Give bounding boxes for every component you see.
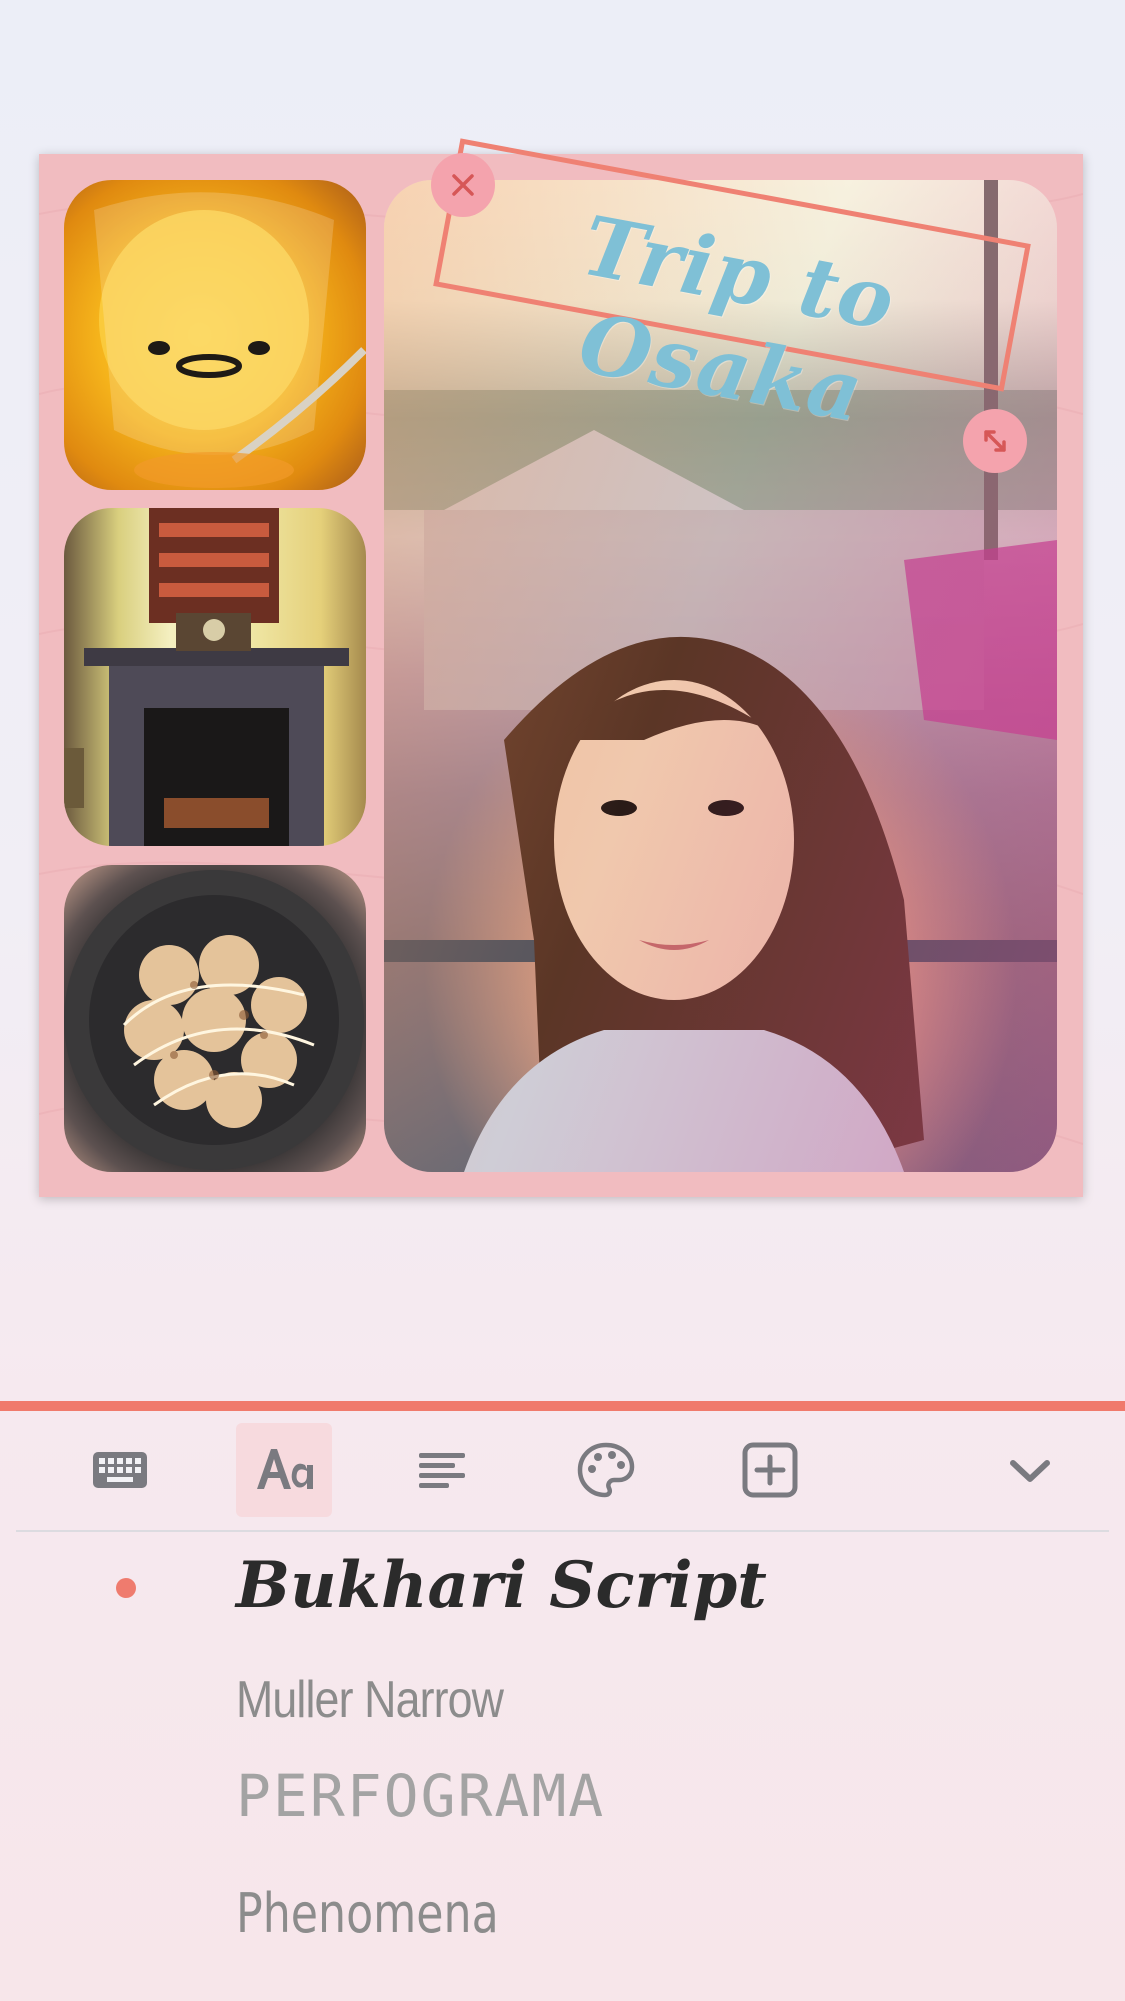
font-option-bukhari-script[interactable]: Bukhari Script bbox=[236, 1548, 767, 1623]
takoyaki-illustration bbox=[64, 870, 364, 1170]
align-left-icon bbox=[419, 1453, 465, 1488]
pudding-illustration bbox=[94, 192, 366, 488]
palette-icon bbox=[577, 1442, 635, 1498]
toolbar-accent-bar bbox=[0, 1401, 1125, 1411]
close-icon bbox=[452, 174, 474, 196]
add-text-button[interactable] bbox=[722, 1423, 818, 1517]
photo-takoyaki[interactable] bbox=[64, 865, 366, 1172]
font-option-phenomena[interactable]: Phenomena bbox=[236, 1882, 499, 1945]
keyboard-button[interactable] bbox=[72, 1423, 168, 1517]
font-option-muller-narrow[interactable]: Muller Narrow bbox=[236, 1670, 504, 1730]
chevron-down-icon bbox=[1010, 1460, 1050, 1482]
sticker-resize-handle[interactable] bbox=[963, 409, 1027, 473]
add-box-icon bbox=[742, 1442, 798, 1498]
keyboard-icon bbox=[93, 1452, 147, 1488]
selected-font-indicator bbox=[116, 1578, 136, 1598]
collapse-button[interactable] bbox=[982, 1423, 1078, 1517]
photo-fireplace[interactable] bbox=[64, 508, 366, 846]
font-option-perfograma[interactable]: PERFOGRAMA bbox=[236, 1762, 605, 1830]
sticker-delete-handle[interactable] bbox=[431, 153, 495, 217]
fireplace-illustration bbox=[64, 508, 349, 846]
font-icon bbox=[257, 1449, 313, 1489]
color-button[interactable] bbox=[558, 1423, 654, 1517]
text-edit-toolbar bbox=[0, 1411, 1125, 1531]
resize-icon bbox=[984, 430, 1006, 452]
toolbar-divider bbox=[16, 1530, 1109, 1532]
alignment-button[interactable] bbox=[394, 1423, 490, 1517]
photo-pudding[interactable] bbox=[64, 180, 366, 490]
font-button[interactable] bbox=[236, 1423, 332, 1517]
